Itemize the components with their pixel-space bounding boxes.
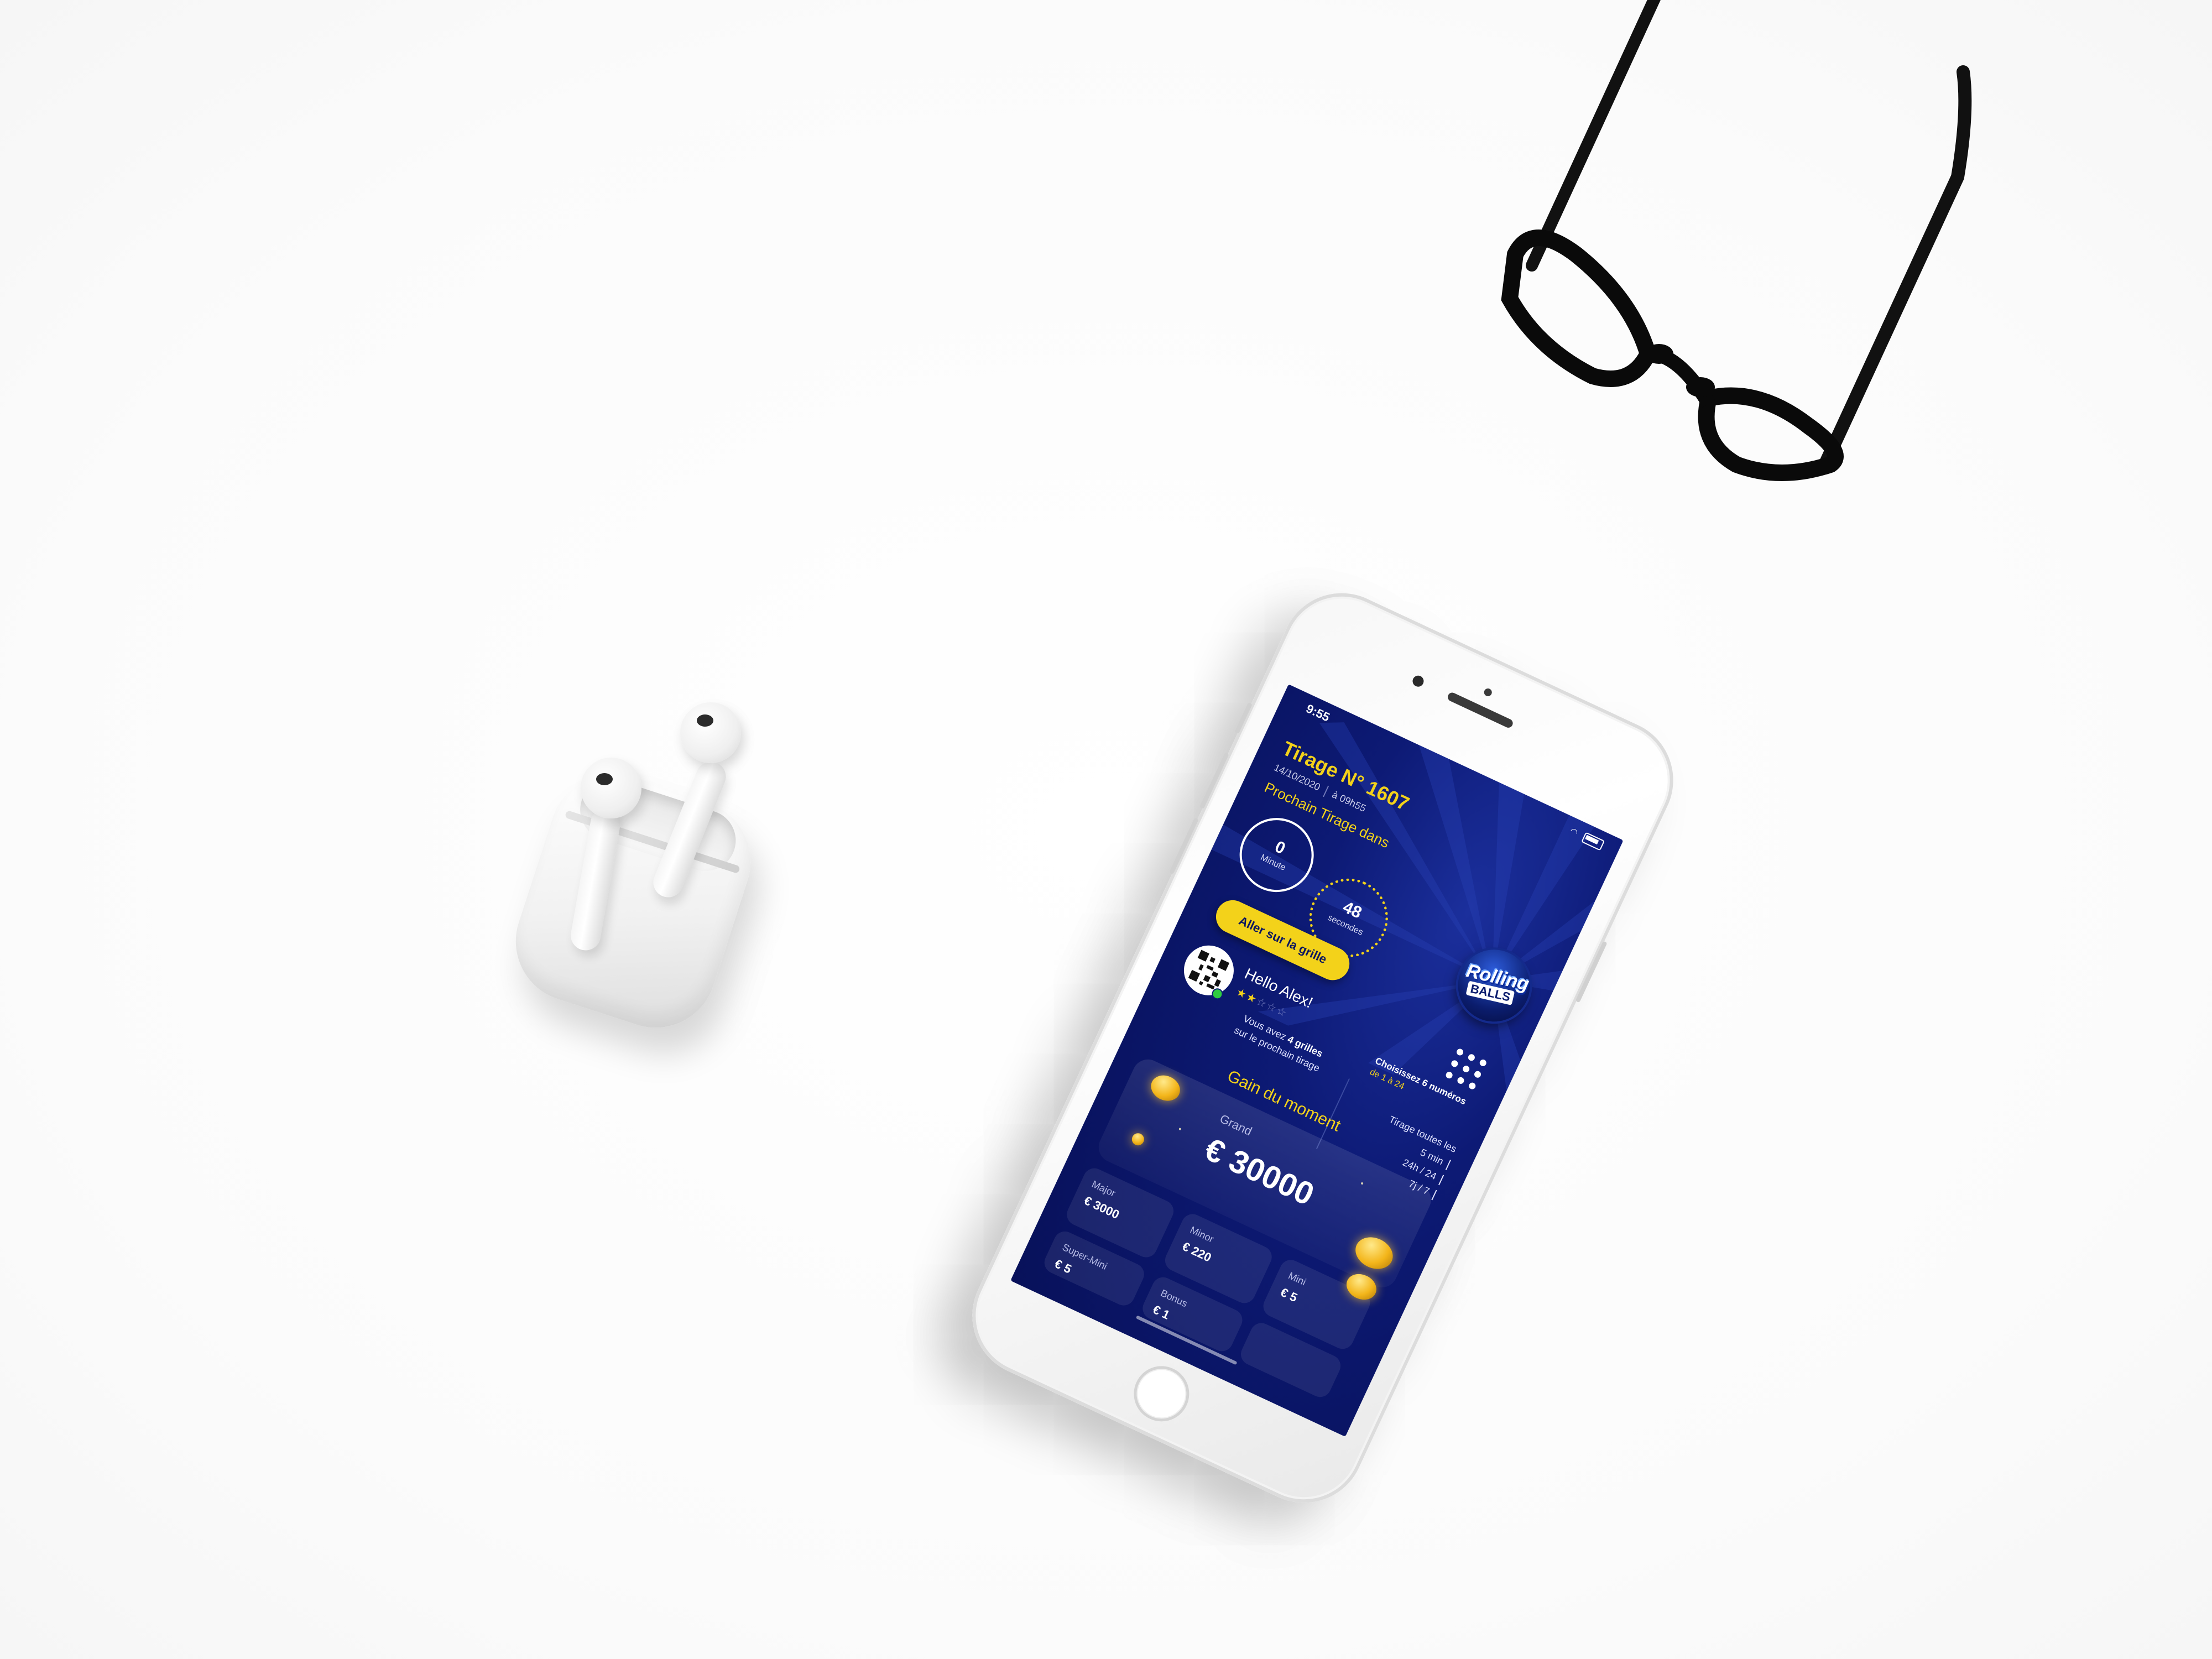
coin-icon [1146,1071,1185,1105]
left-airpod [581,758,641,818]
airpods-case-photo [500,680,802,1056]
coin-icon [1350,1231,1399,1275]
coin-icon [1130,1131,1146,1147]
wifi-icon: ◠ [1568,826,1582,839]
jackpot-value: € 30000 [1199,1131,1320,1213]
iphone: 9:55 ◠ Tirage N° 1607 14/10/2020à 09h55 … [952,573,1693,1523]
right-airpod [680,702,741,763]
desk-scene: 9:55 ◠ Tirage N° 1607 14/10/2020à 09h55 … [0,0,2212,1659]
eyeglasses-photo [1449,0,2030,498]
